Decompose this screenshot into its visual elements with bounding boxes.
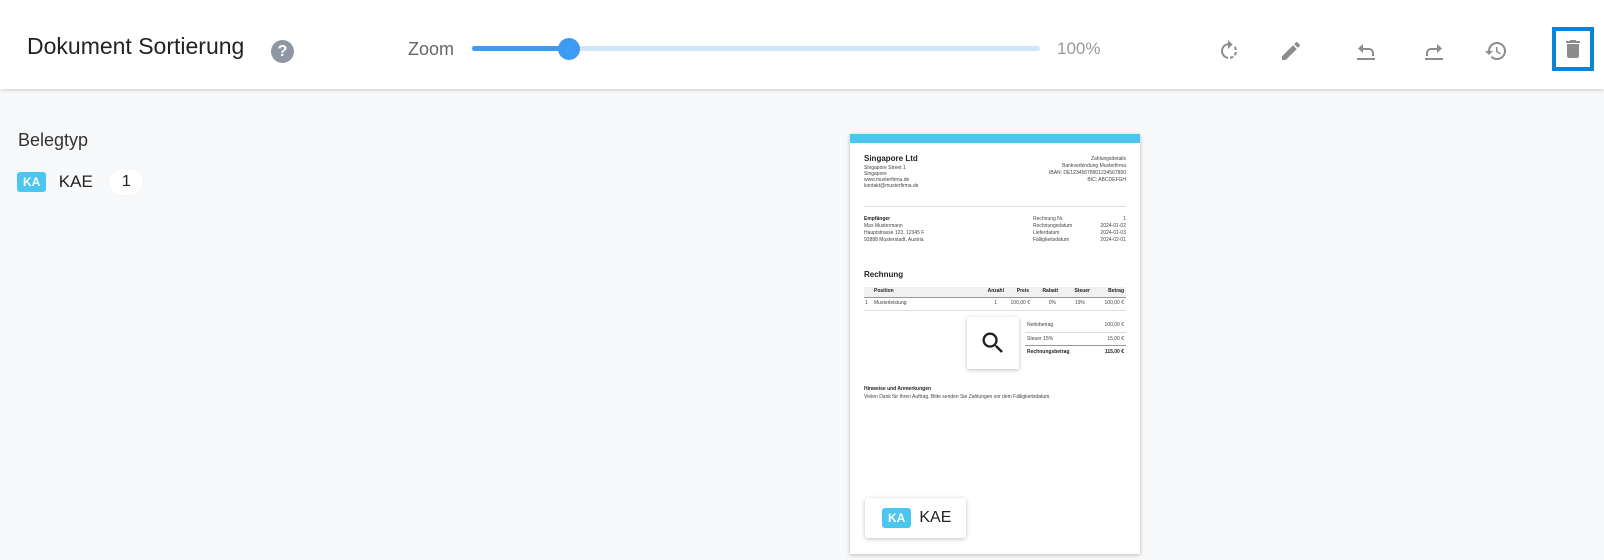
table-header: Rabatt — [1042, 288, 1058, 294]
payment-line: IBAN: DE12345678901234567890 — [1048, 170, 1126, 176]
page-type-name: KAE — [919, 509, 952, 526]
document-type-badge: KA — [17, 172, 47, 192]
table-header: Anzahl — [987, 288, 1004, 294]
redo-button[interactable] — [1420, 37, 1448, 65]
edit-button[interactable] — [1277, 37, 1305, 65]
table-cell: 1 — [994, 300, 997, 306]
document-type-name: KAE — [58, 172, 93, 191]
divider — [864, 206, 1126, 207]
table-header: Steuer — [1074, 288, 1090, 294]
table-cell: 19% — [1074, 300, 1085, 306]
meta-value: 2024-01-02 — [1100, 223, 1126, 229]
recipient-line: Hauptstrasse 123, 12345 F — [864, 230, 925, 236]
sender-line: kontakt@musterfirma.de — [864, 183, 919, 189]
undo-button[interactable] — [1352, 37, 1380, 65]
recipient-label: Empfänger — [864, 216, 891, 222]
document-type-heading: Belegtyp — [18, 130, 89, 150]
document-type-count: 1 — [109, 169, 144, 195]
help-icon[interactable]: ? — [271, 40, 294, 63]
page-top-accent — [850, 134, 1140, 143]
page-type-badge: KA — [882, 508, 912, 528]
history-button[interactable] — [1482, 37, 1510, 65]
table-cell: 100,00 € — [1104, 300, 1124, 306]
notes-title: Hinweise und Anmerkungen — [864, 386, 932, 392]
payment-line: BIC: ABCDEFGH — [1087, 177, 1126, 183]
meta-label: Lieferdatum — [1033, 230, 1060, 236]
zoom-slider-thumb[interactable] — [557, 38, 580, 60]
meta-label: Rechnung Nr. — [1033, 216, 1064, 222]
total-label: Nettobetrag — [1027, 322, 1054, 328]
table-header: Betrag — [1108, 288, 1124, 294]
payment-line: Zahlungsdetails — [1090, 156, 1126, 162]
rotate-icon — [1221, 40, 1237, 59]
table-cell: 1 — [865, 300, 868, 306]
delete-trash-icon — [1566, 40, 1580, 58]
page-type-tag[interactable]: KA KAE — [865, 498, 966, 538]
page-title: Dokument Sortierung — [27, 33, 245, 59]
meta-value: 2024-02-01 — [1100, 237, 1126, 243]
divider — [1025, 345, 1126, 346]
total-value: 15,00 € — [1107, 336, 1124, 342]
zoom-page-button[interactable] — [967, 317, 1019, 369]
payment-line: Bankverbindung Musterfirma — [1062, 163, 1126, 169]
meta-label: Rechnungsdatum — [1033, 223, 1073, 229]
undo-icon — [1357, 44, 1375, 60]
table-cell: Musterleistung — [874, 300, 907, 306]
notes-text: Vielen Dank für Ihren Auftrag. Bitte sen… — [864, 394, 1051, 400]
invoice-title: Rechnung — [864, 270, 904, 279]
zoom-slider[interactable] — [472, 38, 1040, 60]
redo-icon — [1425, 44, 1443, 60]
meta-label: Fälligkeitsdatum — [1033, 237, 1070, 243]
zoom-slider-fill — [472, 46, 569, 51]
document-page-thumbnail[interactable]: Singapore Ltd Singapore Street 1 Singapo… — [850, 134, 1140, 554]
divider — [864, 297, 1126, 298]
table-header: Position — [874, 288, 894, 294]
sender-name: Singapore Ltd — [864, 154, 918, 163]
history-icon — [1485, 42, 1506, 61]
divider — [1025, 332, 1126, 333]
meta-value: 1 — [1123, 216, 1126, 222]
app-header: Dokument Sortierung ? Zoom 100% — [0, 0, 1604, 89]
delete-button[interactable] — [1552, 27, 1594, 71]
recipient-line: 92888 Musterstadt, Austria — [864, 237, 924, 243]
document-type-item-kae[interactable]: KA KAE 1 — [17, 169, 144, 195]
magnifier-icon — [982, 332, 1003, 353]
table-cell: 0% — [1048, 300, 1056, 306]
total-value: 100,00 € — [1104, 322, 1124, 328]
table-cell: 100,00 € — [1010, 300, 1030, 306]
total-value: 115,00 € — [1104, 349, 1124, 355]
zoom-value: 100% — [1057, 39, 1101, 58]
edit-pencil-icon — [1282, 41, 1301, 60]
zoom-label: Zoom — [408, 39, 455, 59]
total-label: Rechnungsbetrag — [1027, 349, 1070, 355]
total-label: Steuer 15% — [1027, 336, 1054, 342]
recipient-line: Max Mustermann — [864, 223, 903, 229]
divider — [864, 310, 1126, 311]
meta-value: 2024-01-03 — [1100, 230, 1126, 236]
table-header: Preis — [1016, 288, 1029, 294]
rotate-button[interactable] — [1215, 37, 1243, 65]
